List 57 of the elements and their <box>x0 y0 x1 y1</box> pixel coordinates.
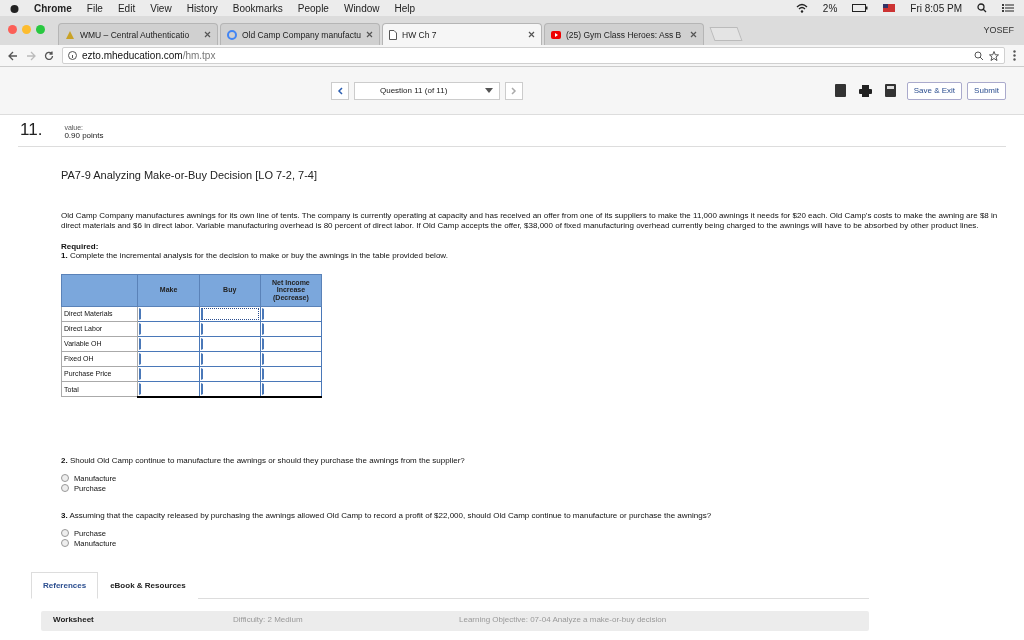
back-icon[interactable] <box>8 50 18 61</box>
close-icon[interactable] <box>204 31 211 38</box>
info-icon <box>68 51 77 60</box>
menu-clock[interactable]: Fri 8:05 PM <box>910 2 962 14</box>
page-icon <box>389 29 397 40</box>
menu-item[interactable]: People <box>297 2 329 14</box>
worksheet-label: Worksheet <box>53 614 95 626</box>
points-text: 0.90 points <box>64 131 104 140</box>
url-text: ezto.mheducation.com/hm.tpx <box>82 50 216 61</box>
previous-button[interactable] <box>331 81 349 100</box>
browser-tab[interactable]: Old Camp Company manufactu <box>220 23 380 45</box>
search-icon[interactable] <box>977 3 987 13</box>
objective-text: Learning Objective: 07-04 Analyze a make-or-buy decision <box>459 614 667 626</box>
difficulty-text: Difficulty: 2 Medium <box>233 614 304 626</box>
question-number: 11. <box>20 120 43 140</box>
menu-item[interactable]: Window <box>343 2 380 14</box>
part-prompt: 1. Complete the incremental analysis for the decision to make or buy the awnings in the table provided below. <box>61 250 449 260</box>
address-field[interactable]: ezto.mheducation.com/hm.tpx <box>62 47 1005 64</box>
battery-percent: 2% <box>822 2 838 14</box>
flag-icon[interactable] <box>883 4 896 12</box>
part-prompt: 2. Should Old Camp continue to manufacture the awnings or should they purchase the awnings from the supplier? <box>61 455 466 465</box>
menu-item[interactable]: File <box>86 2 103 14</box>
star-icon[interactable] <box>989 50 999 61</box>
wifi-icon[interactable] <box>795 3 808 13</box>
zoom-icon[interactable] <box>974 50 984 61</box>
chevron-left-icon <box>337 86 343 95</box>
browser-tab[interactable]: (25) Gym Class Heroes: Ass B <box>544 23 704 45</box>
chevron-right-icon <box>511 86 517 95</box>
menu-item[interactable]: Bookmarks <box>232 2 283 14</box>
close-icon[interactable] <box>366 31 373 38</box>
browser-tab[interactable]: HW Ch 7 <box>382 23 542 45</box>
menu-app-name[interactable]: Chrome <box>34 2 72 14</box>
part-prompt: 3. Assuming that the capacity released by purchasing the awnings allowed Old Camp to record a profit of $22,000, should Old Camp continue to manufacture or purchase the awnings? <box>61 510 713 520</box>
problem-text: Old Camp Company manufactures awnings for its own line of tents. The company is currently operating at capacity and has received an offer from one of its suppliers to make the 11,000 awnings it needs for $20 each. Old Camp's costs to make the awning are $8 in direct materials and $6 in direct labor. Variable manufacturing overhead is 80 percent of direct labor. If Old Camp accepts the offer, $38,000 of fixed manufacturing overhead currently being charged to the awnings will have to be absorbed by other product lines. <box>61 211 999 232</box>
dropdown-caret-icon <box>485 88 493 93</box>
browser-tab[interactable]: WMU – Central Authenticatio <box>58 23 218 45</box>
menu-item[interactable]: Help <box>394 2 416 14</box>
close-icon[interactable] <box>528 31 535 38</box>
battery-icon[interactable] <box>852 4 869 12</box>
amount-field[interactable] <box>200 307 259 320</box>
profile-name[interactable]: YOSEF <box>983 25 1014 35</box>
required-label: Required: <box>61 241 99 251</box>
reload-icon[interactable] <box>44 50 54 61</box>
more-menu-icon[interactable] <box>1013 50 1016 61</box>
play-icon <box>551 30 561 39</box>
question-select[interactable]: Question 11 (of 11) <box>354 81 500 100</box>
menu-item[interactable]: Edit <box>117 2 136 14</box>
close-icon[interactable] <box>690 31 697 38</box>
toolbar-button[interactable]: Submit <box>967 81 1006 100</box>
toolbar-button[interactable]: Save & Exit <box>906 81 963 100</box>
menu-item[interactable]: View <box>150 2 172 14</box>
calculator-icon[interactable] <box>884 84 896 97</box>
close-window-icon[interactable] <box>8 25 17 34</box>
reference-tab[interactable]: References <box>31 571 99 599</box>
problem-title: PA7-9 Analyzing Make-or-Buy Decision [LO 7-2, 7-4] <box>61 169 318 181</box>
menu-item[interactable]: History <box>186 2 218 14</box>
list-icon[interactable] <box>1002 3 1014 13</box>
